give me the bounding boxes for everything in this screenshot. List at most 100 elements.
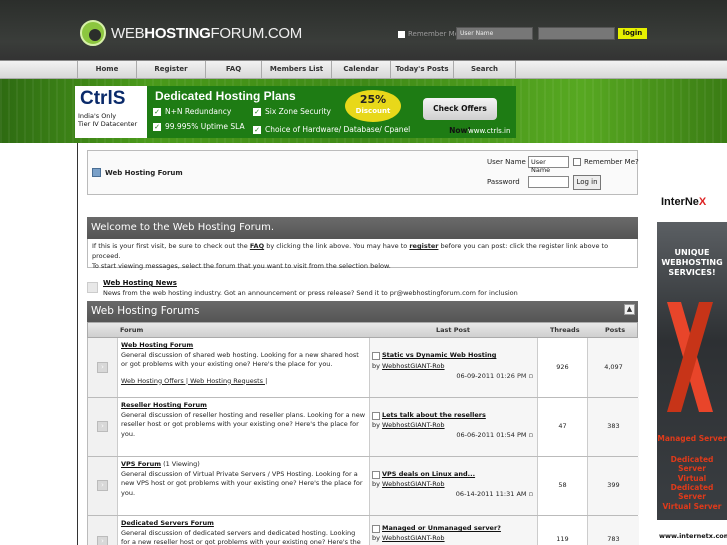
register-link[interactable]: register — [409, 242, 438, 250]
side-ad-service: Dedicated Server — [670, 455, 714, 473]
welcome-text: If this is your first visit, be sure to … — [92, 242, 250, 250]
home-icon — [92, 168, 101, 177]
last-post-date: 06-14-2011 11:31 AM ▫ — [455, 490, 533, 498]
forum-row: › Reseller Hosting Forum General discuss… — [87, 398, 639, 457]
banner-ad-url: www.ctrls.in — [468, 127, 511, 135]
banner-ad-discount-pct: 25% — [359, 93, 387, 106]
x-logo-icon — [667, 302, 713, 412]
news-forum-link[interactable]: Web Hosting News — [103, 279, 177, 287]
forum-status-icon: › — [97, 421, 108, 432]
last-post-link[interactable]: Static vs Dynamic Web Hosting — [382, 351, 496, 361]
last-post-user[interactable]: WebhostGIANT-Rob — [382, 421, 445, 429]
forum-desc: General discussion of reseller hosting a… — [121, 410, 366, 438]
last-post-user[interactable]: WebhostGIANT-Rob — [382, 480, 445, 488]
site-logo[interactable]: WEBHOSTINGFORUM.COM — [80, 20, 302, 46]
header-login-button[interactable]: login — [618, 28, 647, 39]
last-post-date: 06-06-2011 01:54 PM ▫ — [456, 431, 533, 439]
forum-row: › Web Hosting Forum General discussion o… — [87, 338, 639, 398]
logo-text-forum: FORUM.COM — [210, 24, 303, 42]
side-ad-service: Virtual Dedicated Server — [670, 474, 714, 501]
welcome-text: by clicking the link above. You may have… — [264, 242, 410, 250]
forums-category-header[interactable]: Web Hosting Forums — [87, 301, 638, 322]
header-password-input[interactable] — [538, 27, 615, 40]
last-post-date: 06-09-2011 01:26 PM ▫ — [456, 372, 533, 380]
welcome-text: To start viewing messages, select the fo… — [92, 262, 391, 270]
banner-ad-brand: CtrlS — [80, 88, 126, 109]
post-icon — [372, 412, 380, 420]
welcome-body: If this is your first visit, be sure to … — [87, 239, 638, 270]
check-icon: ✓ — [253, 107, 261, 116]
news-forum-desc: News from the web hosting industry. Got … — [103, 289, 518, 297]
site-header: WEBHOSTINGFORUM.COM Remember Me? User Na… — [0, 0, 727, 60]
breadcrumb[interactable]: Web Hosting Forum — [92, 168, 183, 177]
banner-ad-subtitle-1: India's Only — [78, 112, 117, 120]
nav-home[interactable]: Home — [78, 61, 137, 80]
banner-ad-cta-button[interactable]: Check Offers Now! — [423, 98, 497, 135]
header-remember-checkbox[interactable] — [398, 30, 405, 38]
logo-icon — [80, 20, 106, 46]
forum-title-link[interactable]: VPS Forum — [121, 460, 161, 468]
post-count: 399 — [588, 457, 639, 515]
news-forum: Web Hosting News News from the web hosti… — [87, 278, 638, 300]
forum-title-link[interactable]: Web Hosting Forum — [121, 341, 193, 349]
post-icon — [372, 525, 380, 533]
remember-me-label: Remember Me? — [584, 158, 639, 166]
last-post-link[interactable]: VPS deals on Linux and... — [382, 470, 475, 480]
password-input[interactable] — [528, 176, 569, 188]
thread-count: 58 — [538, 457, 588, 515]
forum-title-link[interactable]: Reseller Hosting Forum — [121, 401, 207, 409]
post-icon — [372, 352, 380, 360]
banner-ad-logo: CtrlS India's Only Tier IV Datacenter — [75, 86, 147, 138]
col-forum: Forum — [120, 326, 144, 334]
forum-desc: General discussion of shared web hosting… — [121, 350, 359, 369]
logo-text-web: WEB — [111, 24, 145, 42]
header-username-input[interactable]: User Name — [456, 27, 533, 40]
go-to-post-icon[interactable]: ▫ — [529, 372, 533, 380]
side-ad-tagline: UNIQUE WEBHOSTING SERVICES! — [661, 248, 723, 277]
side-ad-service: Virtual Server — [662, 502, 722, 511]
check-icon: ✓ — [153, 107, 161, 116]
post-count: 4,097 — [588, 338, 639, 397]
remember-me-checkbox[interactable] — [573, 158, 581, 166]
post-icon — [372, 471, 380, 479]
banner-ad-discount-badge: 25% Discount — [345, 90, 401, 122]
password-label: Password — [487, 178, 520, 186]
nav-search[interactable]: Search — [454, 61, 516, 80]
banner-ad-feature: ✓ Six Zone Security — [253, 107, 331, 116]
username-input[interactable]: User Name — [528, 156, 569, 174]
forum-row: › Dedicated Servers Forum General discus… — [87, 516, 639, 545]
banner-ad-feature: ✓ 99.995% Uptime SLA — [153, 122, 245, 131]
go-to-post-icon[interactable]: ▫ — [529, 431, 533, 439]
page: WEBHOSTINGFORUM.COM Remember Me? User Na… — [0, 0, 727, 545]
nav-faq[interactable]: FAQ — [206, 61, 262, 80]
check-icon: ✓ — [253, 125, 261, 134]
nav-calendar[interactable]: Calendar — [332, 61, 391, 80]
side-ad[interactable]: InterNeX UNIQUE WEBHOSTING SERVICES! Man… — [657, 192, 727, 545]
forum-desc: General discussion of Virtual Private Se… — [121, 469, 363, 497]
subforum-links[interactable]: Web Hosting Offers | Web Hosting Request… — [121, 377, 366, 387]
last-post-link[interactable]: Managed or Unmanaged server? — [382, 524, 501, 534]
last-post-user[interactable]: WebhostGIANT-Rob — [382, 362, 445, 370]
faq-link[interactable]: FAQ — [250, 242, 264, 250]
forum-desc: General discussion of dedicated servers … — [121, 528, 361, 545]
forum-status-icon — [87, 282, 98, 293]
login-button[interactable]: Log in — [573, 175, 601, 190]
nav-todays-posts[interactable]: Today's Posts — [391, 61, 454, 80]
main-nav: Home Register FAQ Members List Calendar … — [0, 60, 727, 80]
thread-count: 119 — [538, 516, 588, 545]
check-icon: ✓ — [153, 122, 161, 131]
forum-title-link[interactable]: Dedicated Servers Forum — [121, 519, 214, 527]
breadcrumb-label: Web Hosting Forum — [105, 168, 183, 177]
banner-ad[interactable]: CtrlS India's Only Tier IV Datacenter Ded… — [75, 86, 516, 138]
col-threads: Threads — [550, 326, 580, 334]
thread-count: 47 — [538, 398, 588, 456]
nav-members-list[interactable]: Members List — [262, 61, 332, 80]
last-post-user[interactable]: WebhostGIANT-Rob — [382, 534, 445, 542]
last-post-link[interactable]: Lets talk about the resellers — [382, 411, 486, 421]
nav-register[interactable]: Register — [137, 61, 206, 80]
collapse-icon[interactable]: ▲ — [624, 304, 635, 315]
go-to-post-icon[interactable]: ▫ — [529, 490, 533, 498]
header-remember-label: Remember Me? — [408, 30, 463, 38]
welcome-header: Welcome to the Web Hosting Forum. — [87, 217, 638, 239]
logo-text-hosting: HOSTING — [144, 24, 211, 42]
